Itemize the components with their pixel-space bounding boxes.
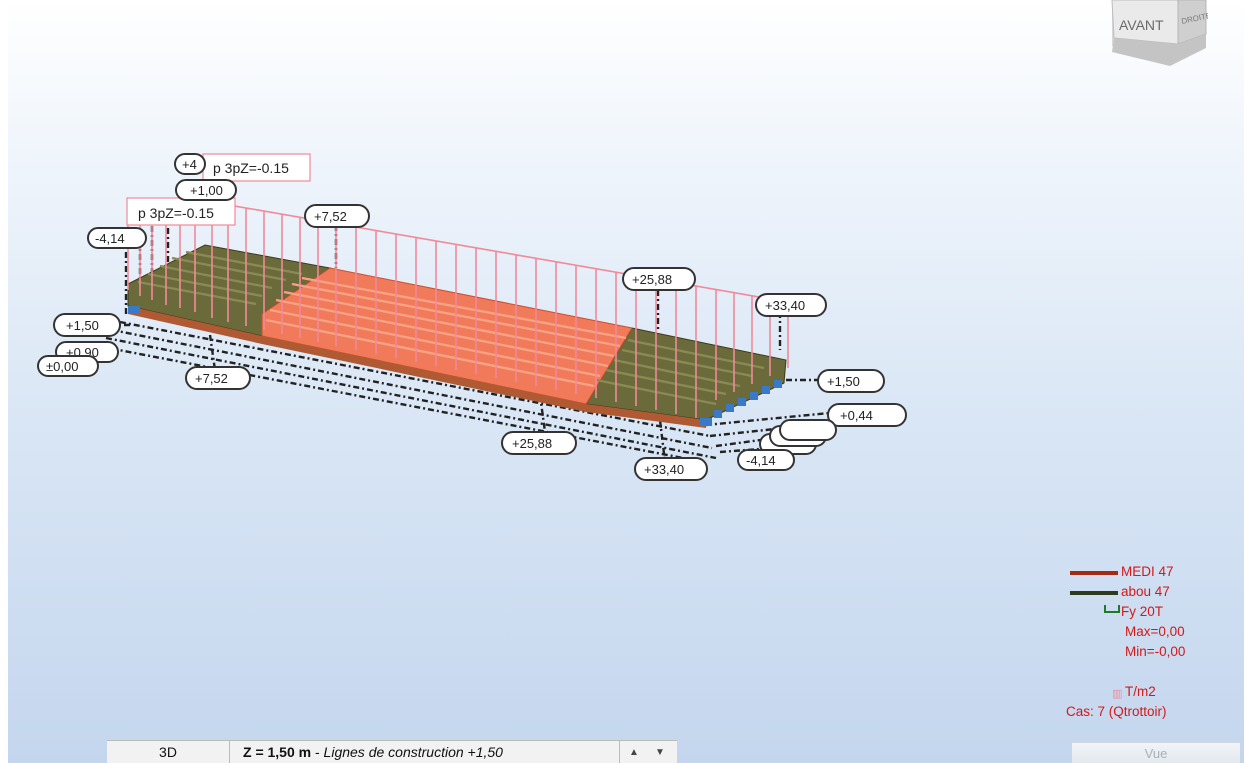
3d-viewport[interactable]: p 3pZ=-0.15 p 3pZ=-0.15 +4 +1,00 -4,14 +…: [0, 0, 1244, 763]
dim-bottom-mid[interactable]: +25,88: [501, 431, 577, 455]
bridge-model-scene[interactable]: p 3pZ=-0.15 p 3pZ=-0.15 +4 +1,00 -4,14 +…: [0, 0, 1244, 763]
dim-top-mid[interactable]: +7,52: [304, 204, 370, 228]
view-mode-selector[interactable]: 3D: [107, 741, 230, 763]
legend-min: Min=-0,00: [1125, 644, 1186, 659]
svg-text:p 3pZ=-0.15: p 3pZ=-0.15: [213, 160, 289, 176]
svg-text:+7,52: +7,52: [314, 209, 347, 224]
svg-text:+25,88: +25,88: [632, 272, 672, 287]
legend-unit: ▥ T/m2: [1060, 682, 1240, 702]
dim-top-left-c[interactable]: -4,14: [87, 227, 147, 249]
svg-text:+7,52: +7,52: [195, 371, 228, 386]
dim-left-level-c[interactable]: ±0,00: [37, 355, 99, 377]
svg-text:±0,00: ±0,00: [46, 359, 78, 374]
cube-face-front: AVANT: [1119, 17, 1164, 33]
svg-text:-4,14: -4,14: [746, 453, 776, 468]
svg-text:+33,40: +33,40: [644, 462, 684, 477]
svg-text:+1,50: +1,50: [66, 318, 99, 333]
legend-spacer: [1060, 662, 1240, 682]
legend-swatch: [1070, 571, 1118, 575]
distributed-load-icon: ▥: [1112, 688, 1123, 700]
svg-text:+25,88: +25,88: [512, 436, 552, 451]
dim-top-left-b[interactable]: +1,00: [175, 179, 237, 201]
vue-button[interactable]: Vue: [1072, 742, 1240, 763]
svg-text:+33,40: +33,40: [765, 298, 805, 313]
view-cube[interactable]: AVANT DROITE: [1108, 0, 1212, 80]
dim-left-level-a[interactable]: +1,50: [53, 313, 121, 337]
level-up-arrow-icon[interactable]: ▲: [621, 741, 647, 763]
dim-right-level-c[interactable]: -4,14: [737, 449, 795, 471]
svg-text:+1,50: +1,50: [827, 374, 860, 389]
dim-top-right[interactable]: +25,88: [622, 267, 696, 291]
dim-top-left-a[interactable]: +4: [174, 153, 206, 175]
dim-right-level-b[interactable]: +0,44: [827, 403, 907, 427]
load-label-2[interactable]: p 3pZ=-0.15: [126, 197, 236, 226]
dim-bottom-right[interactable]: +33,40: [634, 457, 708, 481]
support-icon: [1104, 605, 1120, 613]
legend-item-medi: MEDI 47: [1060, 562, 1240, 582]
svg-text:-4,14: -4,14: [95, 231, 125, 246]
level-down-arrow-icon[interactable]: ▼: [647, 741, 673, 763]
dim-right-level-a[interactable]: +1,50: [817, 369, 885, 393]
dim-right-cluster: [759, 419, 837, 455]
svg-text:+1,00: +1,00: [190, 183, 223, 198]
dim-bottom-left[interactable]: +7,52: [185, 366, 251, 390]
svg-text:+4: +4: [182, 157, 197, 172]
load-label-1[interactable]: p 3pZ=-0.15: [202, 153, 311, 182]
view-status-bar: 3D Z = 1,50 m - Lignes de construction +…: [107, 740, 677, 763]
svg-text:+0,44: +0,44: [840, 408, 873, 423]
legend-swatch: [1070, 591, 1118, 595]
legend-support: Fy 20T: [1060, 602, 1240, 622]
legend-max: Max=0,00: [1125, 624, 1185, 639]
legend-item-abou: abou 47: [1060, 582, 1240, 602]
results-legend: MEDI 47 abou 47 Fy 20T Max=0,00 Min=-0,0…: [1060, 562, 1240, 722]
dim-top-far[interactable]: +33,40: [755, 293, 827, 317]
svg-text:p 3pZ=-0.15: p 3pZ=-0.15: [138, 205, 214, 221]
legend-case: Cas: 7 (Qtrottoir): [1066, 704, 1167, 719]
work-level-selector[interactable]: Z = 1,50 m - Lignes de construction +1,5…: [230, 741, 620, 763]
